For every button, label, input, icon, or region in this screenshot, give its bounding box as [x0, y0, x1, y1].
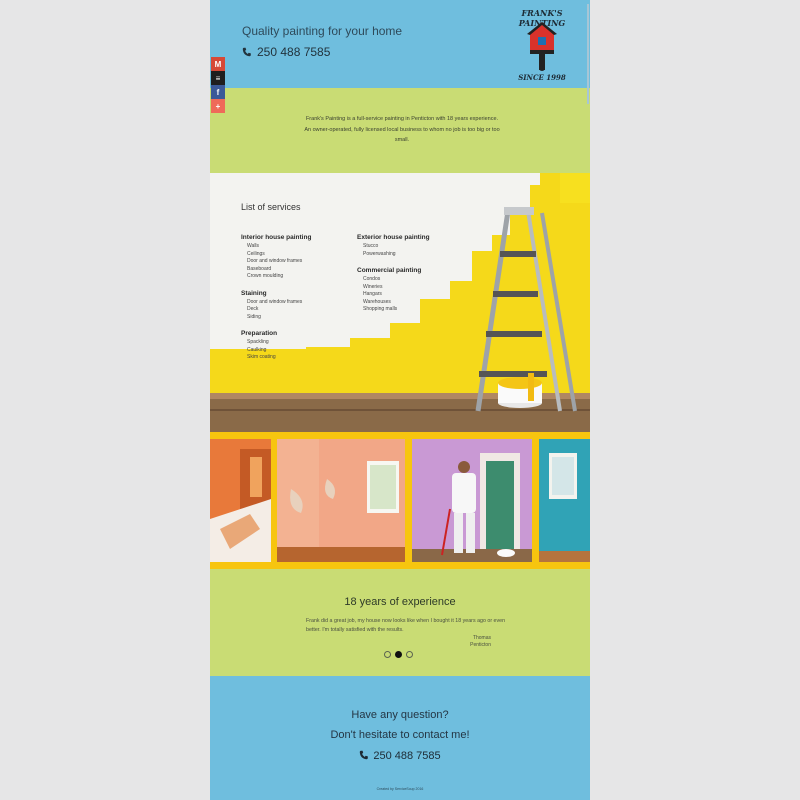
gallery-photo[interactable]: [210, 439, 271, 562]
logo-since: SINCE 1998: [518, 73, 566, 82]
service-group-title: Interior house painting: [241, 234, 312, 241]
buffer-icon[interactable]: ≡: [211, 71, 225, 85]
carousel-dots: [384, 651, 413, 658]
photo-gallery: [210, 432, 590, 569]
service-item: Spackling: [247, 339, 269, 345]
service-group: Preparation Spackling Caulking Skim coat…: [241, 330, 311, 362]
intro-section: Frank's Painting is a full-service paint…: [210, 88, 590, 173]
gmail-icon[interactable]: M: [211, 57, 225, 71]
service-item: Stucco: [363, 243, 379, 249]
contact-question: Have any question?: [351, 709, 449, 721]
carousel-dot-active[interactable]: [395, 651, 402, 658]
service-item: Walls: [247, 243, 260, 249]
contact-section: Have any question? Don't hesitate to con…: [210, 676, 590, 800]
contact-cta: Don't hesitate to contact me!: [330, 729, 470, 741]
header: Quality painting for your home 250 488 7…: [210, 0, 590, 88]
testimonial-section: 18 years of experience Frank did a great…: [210, 569, 590, 676]
services-section: List of services Interior house painting…: [210, 173, 590, 432]
paintbrush-house-icon: [527, 22, 557, 71]
service-group: Interior house painting Walls Ceilings D…: [241, 234, 311, 281]
service-item: Siding: [247, 313, 261, 320]
service-group-title: Preparation: [241, 330, 278, 337]
service-group: Commercial painting Condos Wineries Hang…: [357, 267, 430, 314]
service-group: Staining Door and window frames Deck Sid…: [241, 290, 311, 322]
service-group-title: Exterior house painting: [357, 234, 430, 241]
facebook-icon[interactable]: f: [211, 85, 225, 99]
testimonial-location: Penticton: [470, 641, 491, 648]
service-item: Door and window frames: [247, 258, 303, 264]
page: Quality painting for your home 250 488 7…: [210, 0, 590, 800]
gallery-photo[interactable]: [539, 439, 590, 562]
service-item: Warehouses: [363, 298, 391, 305]
share-bar: M ≡ f +: [211, 57, 225, 113]
service-item: Skim coating: [247, 354, 276, 360]
service-item: Hangars: [363, 291, 382, 297]
service-item: Door and window frames: [247, 298, 303, 305]
service-group-title: Staining: [241, 289, 267, 297]
scrollbar[interactable]: [587, 4, 589, 104]
services-title: List of services: [241, 202, 301, 212]
phone-icon: [242, 47, 251, 57]
contact-phone-number[interactable]: 250 488 7585: [373, 750, 440, 762]
service-item: Powerwashing: [363, 250, 396, 257]
carousel-dot[interactable]: [384, 651, 391, 658]
service-group-title: Commercial painting: [357, 267, 422, 274]
service-item: Caulking: [247, 346, 267, 353]
services-left-column: Interior house painting Walls Ceilings D…: [241, 234, 311, 371]
testimonial-title: 18 years of experience: [344, 596, 456, 608]
service-item: Ceilings: [247, 250, 265, 257]
intro-text: Frank's Painting is a full-service paint…: [304, 116, 500, 143]
service-group: Exterior house painting Stucco Powerwash…: [357, 234, 430, 258]
service-item: Condos: [363, 276, 381, 282]
footer-credit[interactable]: Created by ServiceSoup 2016: [210, 787, 590, 791]
contact-phone[interactable]: 250 488 7585: [210, 750, 590, 762]
testimonial-attribution: Thomas Penticton: [446, 635, 491, 648]
testimonial-quote: Frank did a great job, my house now look…: [306, 618, 506, 633]
tagline: Quality painting for your home: [242, 24, 403, 38]
header-phone-number[interactable]: 250 488 7585: [257, 45, 330, 59]
more-icon[interactable]: +: [211, 99, 225, 113]
carousel-dot[interactable]: [406, 651, 413, 658]
phone-icon: [360, 750, 369, 760]
service-item: Shopping malls: [363, 306, 398, 312]
gallery-photo[interactable]: [277, 439, 405, 562]
service-item: Wineries: [363, 283, 383, 290]
gallery-photo[interactable]: [412, 439, 532, 562]
service-item: Deck: [247, 306, 259, 312]
header-phone[interactable]: 250 488 7585: [242, 45, 330, 59]
services-right-column: Exterior house painting Stucco Powerwash…: [357, 234, 430, 323]
logo[interactable]: FRANK'S PAINTING SINCE 1998: [502, 6, 582, 84]
service-item: Baseboard: [247, 265, 272, 272]
service-item: Crown moulding: [247, 273, 284, 279]
